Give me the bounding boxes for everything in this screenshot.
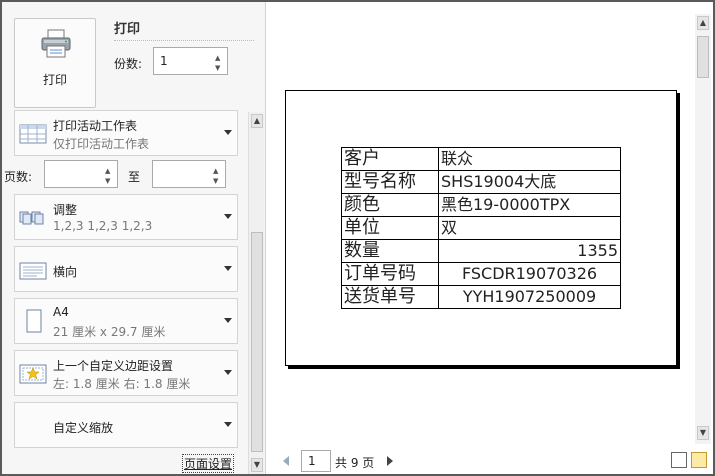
spin-up-icon[interactable]: ▲ — [105, 168, 114, 175]
preview-table: 客户 联众 型号名称 SHS19004大底 颜色 黑色19-0000TPX 单位双数量 135… — [341, 147, 621, 309]
previous-page-icon[interactable] — [283, 456, 289, 466]
pages-to-label: 至 — [128, 170, 141, 184]
table-row: 型号名称 SHS19004大底 — [341, 170, 621, 194]
next-page-icon[interactable] — [387, 456, 393, 466]
current-page-input[interactable]: 1 — [301, 450, 331, 472]
row-value: 联众 — [438, 147, 621, 171]
margins-title: 上一个自定义边距设置 — [53, 359, 174, 373]
spin-up-icon[interactable]: ▲ — [213, 168, 222, 175]
collate-title: 调整 — [53, 203, 78, 217]
paper-size-icon — [26, 309, 42, 333]
preview-scrollbar[interactable]: ▲ ▼ — [695, 14, 711, 444]
show-margins-icon[interactable] — [671, 452, 687, 468]
spin-up-icon[interactable]: ▲ — [215, 55, 224, 62]
row-key: 数量 — [341, 239, 439, 263]
table-row: 订单号码 FSCDR19070326 — [341, 262, 621, 286]
pages-from-input[interactable]: ▲ ▼ — [44, 160, 118, 188]
copies-label: 份数: — [114, 57, 143, 71]
chevron-down-icon — [224, 422, 232, 427]
row-value: FSCDR19070326 — [438, 262, 621, 286]
scroll-up-icon[interactable]: ▲ — [697, 16, 709, 30]
table-row: 颜色 黑色19-0000TPX — [341, 193, 621, 217]
collate-subtitle: 1,2,3 1,2,3 1,2,3 — [53, 219, 153, 233]
spin-down-icon[interactable]: ▼ — [105, 178, 114, 185]
orientation-title: 横向 — [53, 265, 78, 279]
print-what-dropdown[interactable]: 打印活动工作表 仅打印活动工作表 — [14, 110, 238, 156]
scroll-down-icon[interactable]: ▼ — [251, 458, 263, 472]
total-pages: 共 9 页 — [335, 456, 375, 470]
copies-input[interactable]: 1 ▲ ▼ — [153, 47, 228, 75]
paper-size-subtitle: 21 厘米 x 29.7 厘米 — [53, 325, 166, 339]
settings-list: 打印活动工作表 仅打印活动工作表 页数: ▲ ▼ 至 ▲ ▼ 调整 1,2,3 … — [2, 110, 248, 470]
spin-down-icon[interactable]: ▼ — [213, 178, 222, 185]
table-row: 单位双 — [341, 216, 621, 240]
scroll-up-icon[interactable]: ▲ — [251, 114, 263, 128]
row-key: 送货单号 — [341, 285, 439, 309]
table-row: 数量 1355 — [341, 239, 621, 263]
scaling-title: 自定义缩放 — [53, 421, 114, 435]
scroll-thumb[interactable] — [697, 36, 709, 78]
scroll-down-icon[interactable]: ▼ — [697, 426, 709, 440]
margins-icon — [19, 364, 47, 384]
zoom-to-page-icon[interactable] — [691, 452, 707, 468]
row-key: 订单号码 — [341, 262, 439, 286]
copies-value: 1 — [160, 54, 168, 68]
settings-scrollbar[interactable]: ▲ ▼ — [248, 112, 264, 474]
margins-dropdown[interactable]: 上一个自定义边距设置 左: 1.8 厘米 右: 1.8 厘米 — [14, 350, 238, 396]
collate-dropdown[interactable]: 调整 1,2,3 1,2,3 1,2,3 — [14, 194, 238, 240]
paper-size-dropdown[interactable]: A4 21 厘米 x 29.7 厘米 — [14, 298, 238, 344]
row-key: 型号名称 — [341, 170, 439, 194]
row-key: 颜色 — [341, 193, 439, 217]
collate-icon — [19, 211, 44, 225]
row-key: 单位 — [341, 216, 439, 240]
pages-to-input[interactable]: ▲ ▼ — [152, 160, 226, 188]
chevron-down-icon — [224, 214, 232, 219]
row-value: 双 — [438, 216, 621, 240]
pages-label: 页数: — [4, 170, 33, 184]
row-value: 1355 — [438, 239, 621, 263]
table-row: 客户 联众 — [341, 147, 621, 171]
preview-page: 客户 联众 型号名称 SHS19004大底 颜色 黑色19-0000TPX 单位双数量 135… — [285, 90, 677, 366]
print-preview-panel: 客户 联众 型号名称 SHS19004大底 颜色 黑色19-0000TPX 单位双数量 135… — [267, 2, 713, 474]
print-what-subtitle: 仅打印活动工作表 — [53, 137, 150, 151]
table-row: 送货单号 YYH1907250009 — [341, 285, 621, 309]
margins-subtitle: 左: 1.8 厘米 右: 1.8 厘米 — [53, 377, 191, 391]
chevron-down-icon — [224, 130, 232, 135]
print-section-title: 打印 — [114, 22, 141, 37]
pages-range-row: 页数: ▲ ▼ 至 ▲ ▼ — [4, 160, 230, 190]
printer-icon — [41, 29, 71, 58]
landscape-icon — [19, 262, 47, 280]
page-setup-link[interactable]: 页面设置 — [182, 454, 235, 473]
paper-size-title: A4 — [53, 305, 69, 319]
row-value: YYH1907250009 — [438, 285, 621, 309]
orientation-dropdown[interactable]: 横向 — [14, 246, 238, 292]
chevron-down-icon — [224, 318, 232, 323]
row-value: 黑色19-0000TPX — [438, 193, 621, 217]
row-value: SHS19004大底 — [438, 170, 621, 194]
print-button-label: 打印 — [42, 73, 67, 87]
print-what-title: 打印活动工作表 — [53, 119, 138, 133]
scaling-dropdown[interactable]: 自定义缩放 — [14, 402, 238, 448]
scroll-thumb[interactable] — [251, 232, 263, 452]
spin-down-icon[interactable]: ▼ — [215, 65, 224, 72]
chevron-down-icon — [224, 266, 232, 271]
print-backstage: 打印 打印 份数: 1 ▲ ▼ 打印活动工作表 仅打印活动工作表 页数: ▲ ▼… — [2, 2, 713, 474]
chevron-down-icon — [224, 370, 232, 375]
section-divider — [114, 40, 254, 41]
print-settings-panel: 打印 打印 份数: 1 ▲ ▼ 打印活动工作表 仅打印活动工作表 页数: ▲ ▼… — [2, 2, 266, 474]
print-button[interactable]: 打印 — [14, 18, 96, 108]
row-key: 客户 — [341, 147, 439, 171]
sheet-icon — [19, 124, 47, 144]
